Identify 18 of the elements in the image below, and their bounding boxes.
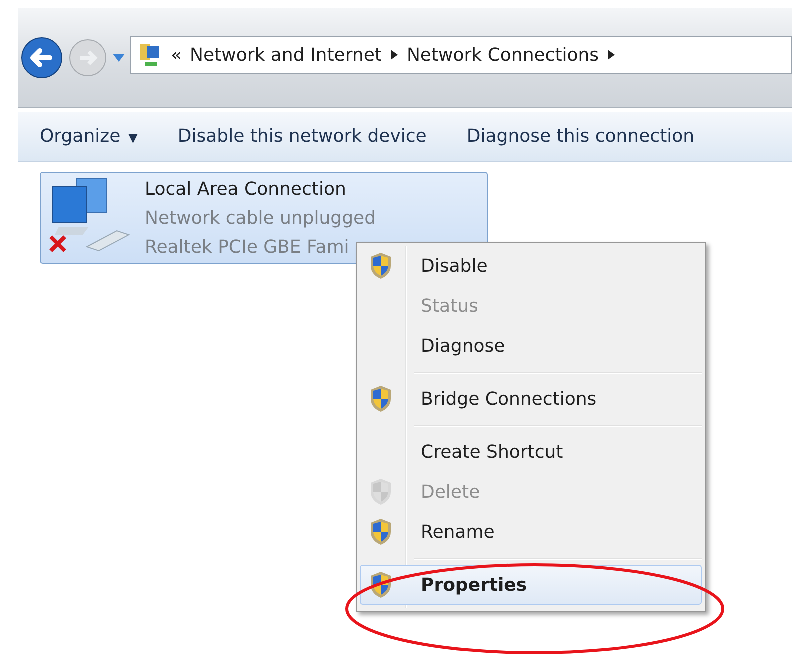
back-icon[interactable] bbox=[20, 36, 64, 80]
connection-status: Network cable unplugged bbox=[145, 207, 376, 231]
dropdown-icon[interactable] bbox=[112, 53, 126, 63]
menu-item[interactable]: Create Shortcut bbox=[360, 432, 702, 472]
connection-name: Local Area Connection bbox=[145, 178, 348, 202]
toolbar-button[interactable]: Diagnose this connection bbox=[454, 119, 707, 154]
toolbar-button[interactable]: Disable this network device bbox=[166, 119, 439, 154]
chevron-icon[interactable] bbox=[607, 49, 616, 61]
breadcrumb-item-link[interactable]: Network Connections bbox=[406, 42, 600, 68]
breadcrumb-item-link[interactable]: Network and Internet bbox=[190, 42, 382, 68]
breadcrumb-overflow[interactable]: « bbox=[171, 42, 182, 68]
organize-menu-button[interactable]: Organize ▼ bbox=[28, 119, 150, 154]
chevron-icon[interactable] bbox=[390, 49, 399, 61]
menu-item[interactable]: Bridge Connections bbox=[360, 379, 702, 419]
menu-item[interactable]: Rename bbox=[360, 512, 702, 552]
adapter-name: Realtek PCIe GBE Fami bbox=[145, 236, 350, 260]
menu-item[interactable]: Properties bbox=[360, 565, 702, 605]
menu-item[interactable]: Diagnose bbox=[360, 326, 702, 366]
